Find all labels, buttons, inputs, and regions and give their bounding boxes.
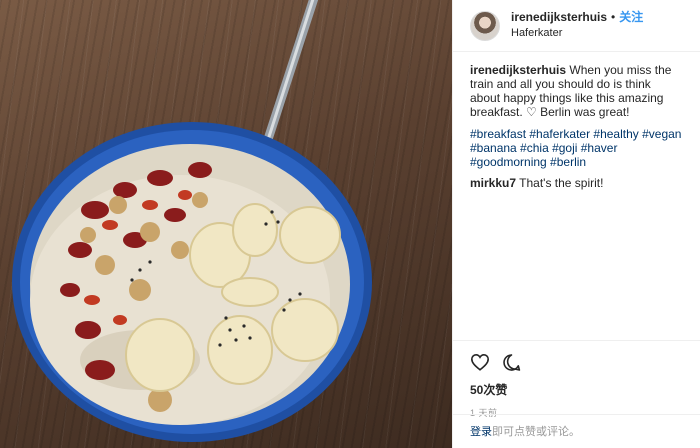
separator-dot: •: [611, 10, 616, 24]
action-icons: [470, 347, 684, 377]
comment-text: That's the spirit!: [519, 176, 604, 190]
header-top-row: irenedijksterhuis • 关注: [511, 10, 643, 25]
caption-hashtags[interactable]: #breakfast #haferkater #healthy #vegan #…: [470, 127, 683, 169]
likes-count[interactable]: 50次赞: [470, 381, 684, 398]
caption-username[interactable]: irenedijksterhuis: [470, 63, 566, 77]
comments-section: irenedijksterhuis When you miss the trai…: [453, 52, 700, 190]
comment-item: mirkku7 That's the spirit!: [470, 176, 683, 190]
login-bar: 登录即可点赞或评论。: [453, 414, 700, 448]
heart-icon[interactable]: [470, 353, 490, 371]
avatar[interactable]: [470, 10, 500, 41]
speech-bubble-icon[interactable]: [502, 353, 521, 372]
login-link[interactable]: 登录: [470, 426, 492, 438]
login-prompt-text: 即可点赞或评论。: [492, 426, 580, 438]
post-actions: 50次赞 1 天前: [453, 340, 700, 419]
breakfast-bowl-image: [12, 0, 372, 442]
author-username[interactable]: irenedijksterhuis: [511, 10, 607, 25]
post-header: irenedijksterhuis • 关注 Haferkater: [453, 0, 700, 52]
instagram-post: irenedijksterhuis • 关注 Haferkater irened…: [0, 0, 700, 448]
comment-username[interactable]: mirkku7: [470, 176, 516, 190]
follow-button[interactable]: 关注: [619, 10, 643, 25]
post-side-panel: irenedijksterhuis • 关注 Haferkater irened…: [452, 0, 700, 448]
location-link[interactable]: Haferkater: [511, 26, 643, 41]
header-text: irenedijksterhuis • 关注 Haferkater: [511, 10, 643, 41]
caption: irenedijksterhuis When you miss the trai…: [470, 63, 683, 119]
post-photo[interactable]: [0, 0, 452, 448]
